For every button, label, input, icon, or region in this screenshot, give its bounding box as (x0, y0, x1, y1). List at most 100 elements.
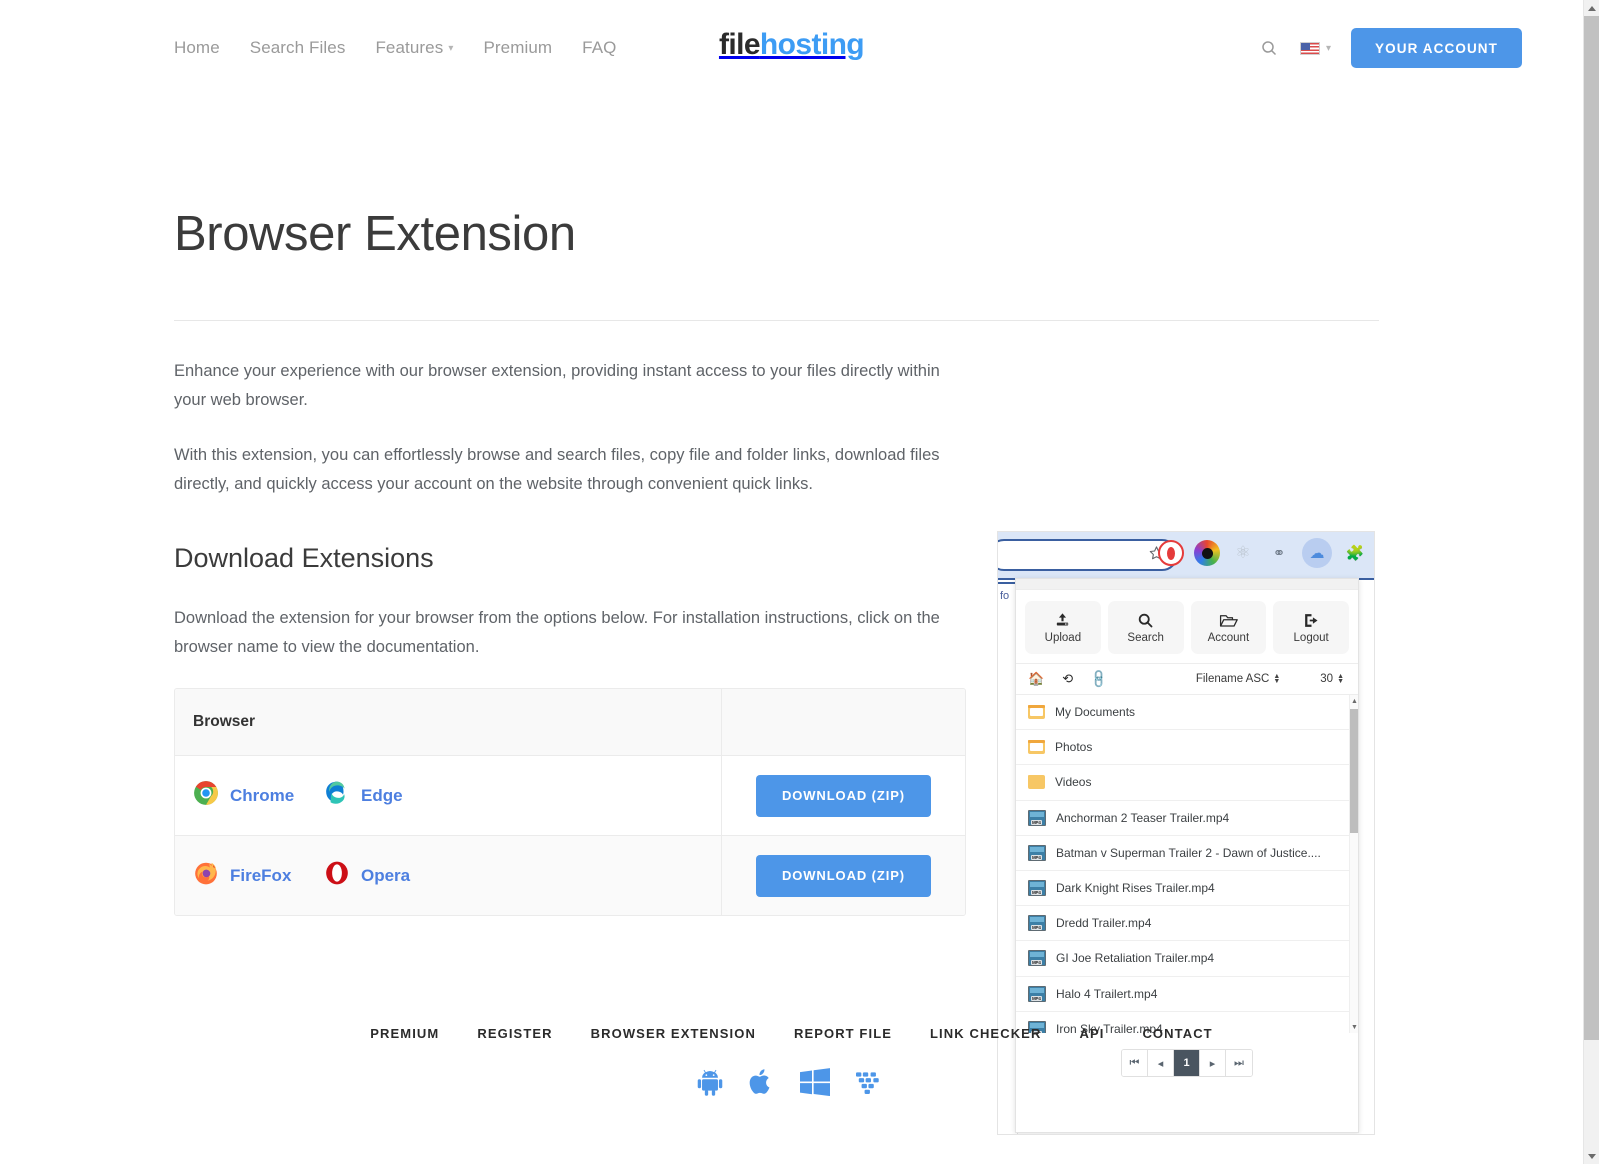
quick-action-upload[interactable]: Upload (1025, 601, 1101, 654)
sort-selector[interactable]: Filename ASC ▲ ▼ (1196, 673, 1280, 685)
title-divider (174, 320, 1379, 321)
browser-link-firefox[interactable]: FireFox (230, 866, 291, 886)
list-item[interactable]: Halo 4 Trailert.mp4 (1016, 977, 1358, 1012)
firefox-icon (193, 860, 219, 891)
language-selector[interactable]: ▾ (1300, 41, 1331, 55)
search-icon (1137, 612, 1154, 629)
list-item[interactable]: My Documents (1016, 695, 1358, 731)
file-name: My Documents (1055, 705, 1136, 720)
footer-link-premium[interactable]: PREMIUM (370, 1026, 439, 1041)
list-item[interactable]: Videos (1016, 765, 1358, 801)
browser-link-chrome[interactable]: Chrome (230, 786, 294, 806)
folder-open-icon (1219, 612, 1238, 629)
scrollbar-thumb[interactable] (1350, 709, 1358, 833)
footer-link-register[interactable]: REGISTER (477, 1026, 552, 1041)
folder-open-icon (1028, 705, 1045, 720)
table-cell-download-1: DOWNLOAD (ZIP) (722, 756, 965, 835)
table-header-browser: Browser (175, 689, 722, 755)
table-row: Chrome Edge DOWNLOAD (ZIP) (175, 756, 965, 836)
footer-link-api[interactable]: API (1079, 1026, 1104, 1041)
page-size-selector[interactable]: 30 ▲ ▼ (1320, 673, 1344, 685)
your-account-button[interactable]: YOUR ACCOUNT (1351, 28, 1522, 68)
table-header-action (722, 689, 965, 755)
link-icon[interactable]: 🔗 (1088, 668, 1111, 691)
browser-toolbar-strip: ⚛ ⚭ ☁ 🧩 (998, 532, 1374, 580)
android-icon[interactable] (697, 1068, 723, 1096)
list-item[interactable]: Batman v Superman Trailer 2 - Dawn of Ju… (1016, 836, 1358, 871)
table-row: FireFox Opera DOWNLOAD (ZIP) (175, 836, 965, 915)
nav-item-premium[interactable]: Premium (483, 38, 552, 58)
page-size-value: 30 (1320, 673, 1334, 685)
site-header: Home Search Files Features ▾ Premium FAQ … (0, 0, 1583, 96)
atom-extension-icon[interactable]: ⚛ (1230, 540, 1256, 566)
nav-label: Search Files (249, 38, 346, 57)
features-paragraph: With this extension, you can effortlessl… (174, 446, 940, 493)
scroll-up-icon[interactable]: ▲ (1350, 695, 1358, 707)
file-name: Photos (1055, 740, 1093, 755)
file-name: Dark Knight Rises Trailer.mp4 (1056, 881, 1215, 896)
blackberry-icon[interactable] (856, 1069, 886, 1095)
refresh-icon[interactable]: ⟲ (1062, 671, 1073, 687)
page-scrollbar[interactable] (1583, 0, 1599, 1164)
footer-link-report-file[interactable]: REPORT FILE (794, 1026, 892, 1041)
opera-extension-icon[interactable] (1158, 540, 1184, 566)
file-list-scrollbar[interactable]: ▲ ▼ (1349, 695, 1358, 1033)
scroll-down-icon[interactable] (1584, 1148, 1599, 1164)
site-footer: PREMIUM REGISTER BROWSER EXTENSION REPOR… (0, 1026, 1583, 1097)
table-cell-download-2: DOWNLOAD (ZIP) (722, 836, 965, 915)
scroll-up-icon[interactable] (1584, 0, 1599, 16)
nav-item-features[interactable]: Features ▾ (375, 38, 453, 58)
logout-icon (1303, 612, 1320, 629)
puzzle-extension-icon[interactable]: 🧩 (1342, 540, 1368, 566)
list-item[interactable]: Photos (1016, 730, 1358, 766)
list-item[interactable]: Anchorman 2 Teaser Trailer.mp4 (1016, 801, 1358, 836)
chrome-icon (193, 780, 219, 811)
popup-top-strip (1016, 579, 1358, 590)
intro-paragraph: Enhance your experience with our browser… (174, 362, 940, 409)
home-icon[interactable]: 🏠 (1028, 671, 1044, 687)
file-name: GI Joe Retaliation Trailer.mp4 (1056, 951, 1215, 966)
omnibox[interactable] (998, 539, 1178, 571)
list-item[interactable]: Dredd Trailer.mp4 (1016, 906, 1358, 942)
quick-action-account[interactable]: Account (1190, 601, 1267, 654)
cloud-extension-icon[interactable]: ☁ (1302, 538, 1332, 568)
nav-item-faq[interactable]: FAQ (582, 38, 616, 58)
list-item[interactable]: Dark Knight Rises Trailer.mp4 (1016, 871, 1358, 907)
site-logo[interactable]: filehosting (719, 28, 865, 62)
file-name: Anchorman 2 Teaser Trailer.mp4 (1056, 810, 1230, 825)
mp4-file-icon (1028, 985, 1046, 1002)
quick-action-search[interactable]: Search (1107, 601, 1184, 654)
download-zip-button-2[interactable]: DOWNLOAD (ZIP) (755, 854, 932, 897)
header-actions: ▾ YOUR ACCOUNT (1258, 28, 1553, 68)
browser-download-table: Browser Chrome Edge DOWNLOAD (ZIP) FireF… (174, 688, 966, 916)
browser-entry-edge[interactable]: Edge (324, 780, 455, 811)
footer-link-browser-extension[interactable]: BROWSER EXTENSION (591, 1026, 756, 1041)
scrollbar-thumb[interactable] (1584, 16, 1599, 1040)
quick-action-logout[interactable]: Logout (1273, 601, 1349, 654)
browser-entry-opera[interactable]: Opera (324, 860, 455, 891)
upload-icon (1054, 612, 1071, 629)
footer-link-link-checker[interactable]: LINK CHECKER (930, 1026, 1041, 1041)
footer-link-contact[interactable]: CONTACT (1142, 1026, 1212, 1041)
browser-link-opera[interactable]: Opera (361, 866, 410, 886)
windows-icon[interactable] (800, 1068, 830, 1096)
nav-item-home[interactable]: Home (174, 38, 220, 58)
browser-entry-firefox[interactable]: FireFox (193, 860, 324, 891)
nav-item-search-files[interactable]: Search Files (250, 38, 346, 58)
search-icon[interactable] (1258, 37, 1280, 59)
folder-icon (1028, 775, 1045, 790)
list-item[interactable]: GI Joe Retaliation Trailer.mp4 (1016, 941, 1358, 977)
browser-entry-chrome[interactable]: Chrome (193, 780, 324, 811)
popup-quick-actions: Upload Search Account Logout (1016, 590, 1358, 663)
footer-platform-icons (697, 1067, 886, 1097)
browser-link-edge[interactable]: Edge (361, 786, 403, 806)
quick-action-label: Logout (1293, 631, 1329, 644)
color-ring-extension-icon[interactable] (1194, 540, 1220, 566)
mp4-file-icon (1028, 950, 1046, 967)
gauge-lock-extension-icon[interactable]: ⚭ (1266, 540, 1292, 566)
download-zip-button-1[interactable]: DOWNLOAD (ZIP) (755, 774, 932, 817)
quick-action-label: Upload (1044, 631, 1082, 644)
table-header-row: Browser (175, 689, 965, 756)
mp4-file-icon (1028, 844, 1046, 861)
apple-icon[interactable] (749, 1067, 774, 1097)
